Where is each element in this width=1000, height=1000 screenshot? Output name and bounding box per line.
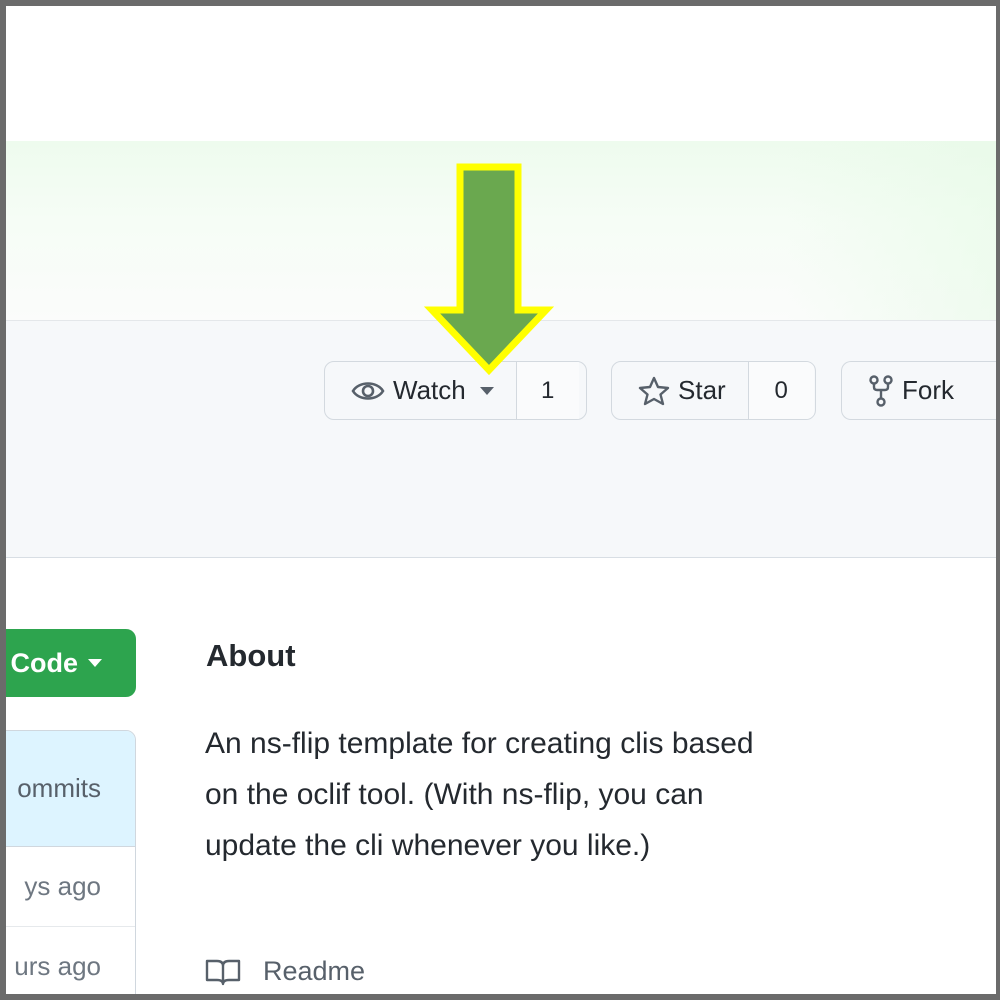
about-description: An ns-flip template for creating clis ba… — [205, 727, 754, 862]
chevron-down-icon — [88, 659, 102, 667]
screenshot-frame: Watch 1 Star 0 Fork Code ommits ys ago u… — [0, 0, 1000, 1000]
about-heading: About — [206, 638, 296, 673]
readme-label: Readme — [263, 956, 366, 986]
readme-link[interactable]: Readme — [205, 956, 365, 987]
list-item[interactable]: urs ago — [6, 927, 135, 994]
page-top-area — [6, 6, 996, 141]
chevron-down-icon — [479, 386, 494, 395]
commit-age: ys ago — [24, 871, 101, 901]
commits-link[interactable]: ommits — [6, 731, 135, 847]
list-item[interactable]: ys ago — [6, 847, 135, 927]
star-count[interactable]: 0 — [747, 362, 814, 419]
commit-age: urs ago — [14, 951, 101, 981]
watch-label: Watch — [393, 375, 466, 405]
code-button-label: Code — [10, 647, 79, 678]
star-label: Star — [678, 375, 726, 405]
star-button[interactable]: Star — [612, 362, 748, 419]
star-button-group: Star 0 — [611, 361, 816, 420]
fork-button-group: Fork — [841, 361, 996, 420]
commits-label: ommits — [17, 773, 101, 803]
file-list: ommits ys ago urs ago — [6, 730, 136, 994]
star-icon — [638, 376, 670, 406]
down-arrow-icon — [424, 163, 554, 376]
fork-button[interactable]: Fork — [842, 362, 976, 419]
repo-forked-icon — [868, 374, 894, 407]
eye-icon — [351, 379, 385, 403]
fork-label: Fork — [902, 375, 954, 405]
code-button[interactable]: Code — [6, 629, 136, 697]
book-icon — [205, 958, 241, 986]
